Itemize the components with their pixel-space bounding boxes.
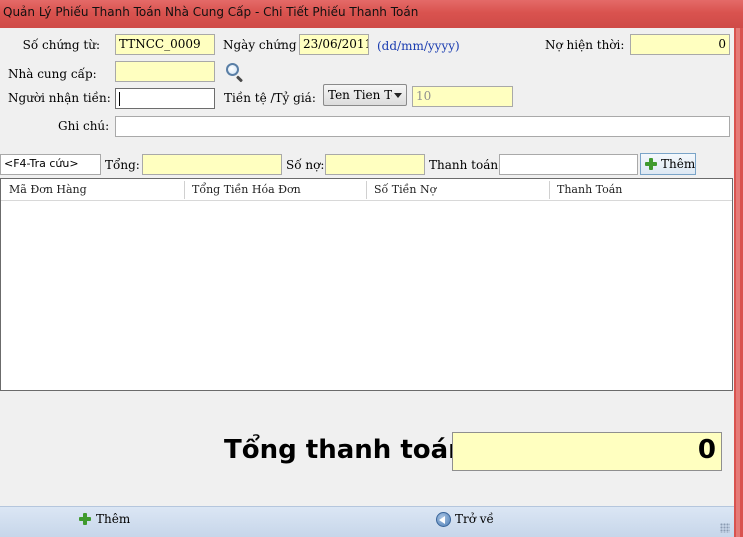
doc-date-label-clip: Ngày chứng từ — [223, 38, 300, 52]
date-format-hint: (dd/mm/yyyy) — [377, 39, 460, 53]
column-header-debt-amount[interactable]: Số Tiền Nợ — [374, 183, 436, 196]
column-header-invoice-total[interactable]: Tổng Tiền Hóa Đơn — [192, 183, 301, 196]
back-button[interactable]: Trở về — [436, 512, 494, 532]
add-button[interactable]: Thêm — [78, 512, 130, 532]
column-divider[interactable] — [184, 181, 185, 199]
lookup-field[interactable]: <F4-Tra cứu> — [0, 154, 101, 175]
doc-date-field[interactable]: 23/06/2011 — [299, 34, 369, 55]
debt-field[interactable] — [325, 154, 425, 175]
current-debt-label: Nợ hiện thời: — [545, 38, 625, 52]
total-payment-label: Tổng thanh toán: — [224, 435, 478, 465]
debt-label: Số nợ: — [286, 158, 325, 172]
order-grid[interactable]: Mã Đơn Hàng Tổng Tiền Hóa Đơn Số Tiền Nợ… — [0, 178, 733, 391]
receiver-field[interactable] — [115, 88, 215, 109]
doc-number-label: Số chứng từ: — [22, 38, 100, 52]
status-bar: Thêm Trở về — [0, 506, 734, 537]
total-field[interactable] — [142, 154, 282, 175]
grid-header: Mã Đơn Hàng Tổng Tiền Hóa Đơn Số Tiền Nợ… — [1, 179, 732, 201]
plus-icon — [644, 157, 658, 171]
plus-icon — [78, 512, 92, 526]
window: Quản Lý Phiếu Thanh Toán Nhà Cung Cấp - … — [0, 0, 743, 537]
chevron-down-icon — [394, 93, 402, 98]
supplier-field[interactable] — [115, 61, 215, 82]
total-label: Tổng: — [105, 158, 140, 172]
receiver-label: Người nhận tiền: — [8, 91, 111, 105]
note-label: Ghi chú: — [58, 119, 110, 133]
title-bar[interactable]: Quản Lý Phiếu Thanh Toán Nhà Cung Cấp - … — [0, 0, 743, 28]
current-debt-field[interactable]: 0 — [630, 34, 730, 55]
total-payment-field[interactable]: 0 — [452, 432, 722, 471]
currency-select[interactable]: Ten Tien Te — [323, 84, 407, 106]
payment-label: Thanh toán: — [429, 158, 503, 172]
add-item-button-label: Thêm — [661, 157, 696, 171]
supplier-label: Nhà cung cấp: — [8, 67, 97, 81]
back-button-label: Trở về — [455, 512, 494, 526]
note-field[interactable] — [115, 116, 730, 137]
column-header-payment[interactable]: Thanh Toán — [557, 183, 622, 196]
column-divider[interactable] — [549, 181, 550, 199]
currency-selected-value: Ten Tien Te — [328, 88, 392, 102]
search-icon[interactable] — [225, 62, 245, 83]
currency-label: Tiền tệ /Tỷ giá: — [224, 91, 316, 105]
payment-field[interactable] — [499, 154, 638, 175]
resize-grip-icon[interactable] — [720, 523, 730, 533]
exchange-rate-field[interactable]: 10 — [412, 86, 513, 107]
text-caret — [119, 91, 120, 106]
doc-number-field[interactable]: TTNCC_0009 — [115, 34, 215, 55]
window-frame-right — [734, 28, 743, 537]
column-header-order-code[interactable]: Mã Đơn Hàng — [9, 183, 87, 196]
window-title: Quản Lý Phiếu Thanh Toán Nhà Cung Cấp - … — [3, 5, 419, 19]
doc-date-label: Ngày chứng từ — [223, 38, 300, 52]
column-divider[interactable] — [366, 181, 367, 199]
add-item-button[interactable]: Thêm — [640, 153, 696, 175]
add-button-label: Thêm — [96, 512, 131, 526]
back-arrow-icon — [436, 512, 451, 527]
